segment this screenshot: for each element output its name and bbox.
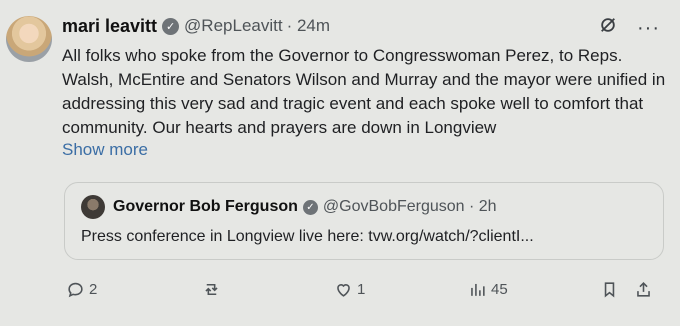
bookmark-button[interactable] <box>600 280 619 299</box>
header-actions: ··· <box>599 16 660 39</box>
quoted-author-avatar[interactable] <box>81 195 105 219</box>
repost-icon <box>205 283 218 296</box>
show-more-link[interactable]: Show more <box>62 140 148 160</box>
grok-icon[interactable] <box>599 16 617 39</box>
quoted-verified-badge-icon: ✓ <box>302 199 318 215</box>
post-text: All folks who spoke from the Governor to… <box>62 46 666 137</box>
share-icon <box>637 282 650 297</box>
quoted-author-handle[interactable]: @GovBobFerguson · 2h <box>323 198 497 216</box>
views-button[interactable]: 45 <box>468 280 508 299</box>
post-time[interactable]: · 24m <box>287 16 330 36</box>
post-header: mari leavitt ✓ @RepLeavitt · 24m <box>62 14 330 38</box>
repost-button[interactable] <box>202 280 225 299</box>
action-bar: 2 1 45 <box>66 280 666 302</box>
views-count: 45 <box>491 281 508 298</box>
quoted-author-name[interactable]: Governor Bob Ferguson <box>113 198 298 216</box>
reply-button[interactable]: 2 <box>66 280 97 299</box>
author-avatar[interactable] <box>6 16 52 62</box>
like-button[interactable]: 1 <box>334 280 365 299</box>
heart-icon <box>337 284 350 297</box>
author-handle[interactable]: @RepLeavitt <box>184 16 283 36</box>
quoted-post-header: Governor Bob Ferguson ✓ @GovBobFerguson … <box>81 195 497 219</box>
more-icon[interactable]: ··· <box>637 18 660 38</box>
reply-icon <box>68 282 83 298</box>
author-name[interactable]: mari leavitt <box>62 16 157 37</box>
verified-badge-icon: ✓ <box>162 17 180 35</box>
like-count: 1 <box>357 281 366 298</box>
bookmark-icon <box>604 282 615 298</box>
quoted-post[interactable]: Governor Bob Ferguson ✓ @GovBobFerguson … <box>64 182 664 260</box>
share-button[interactable] <box>634 280 653 299</box>
post: mari leavitt ✓ @RepLeavitt · 24m ··· All… <box>0 0 680 326</box>
quoted-post-text: Press conference in Longview live here: … <box>81 228 534 245</box>
reply-count: 2 <box>89 281 98 298</box>
views-icon <box>471 283 485 296</box>
